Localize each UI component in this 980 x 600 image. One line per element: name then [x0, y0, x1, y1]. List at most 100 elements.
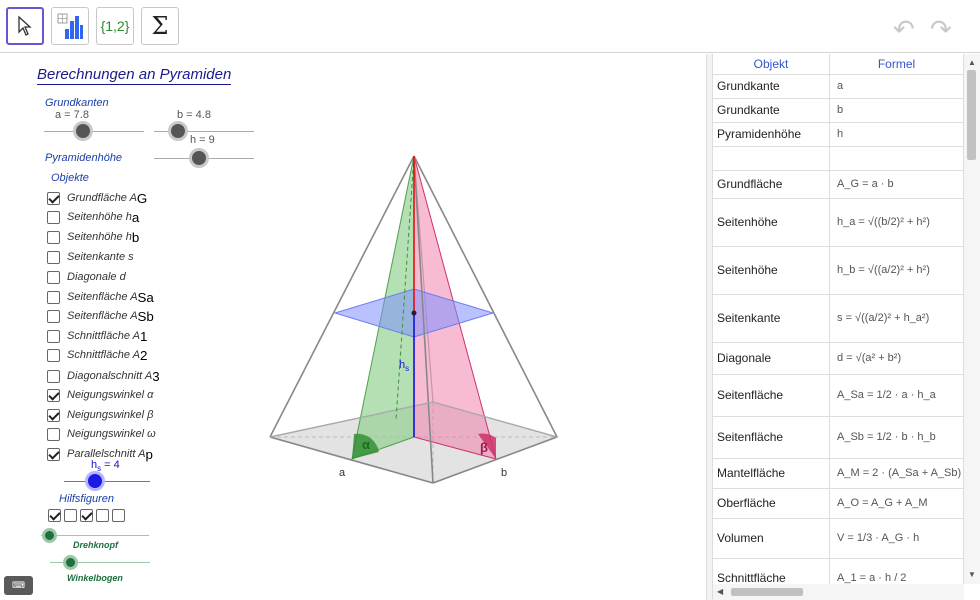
table-row[interactable]: Seitenfläche A_Sa = 1/2 · a · h_a [713, 374, 964, 417]
slider-a-track[interactable] [44, 131, 144, 132]
aux-checkbox[interactable] [112, 509, 125, 522]
aux-checkbox[interactable] [48, 509, 61, 522]
scroll-up-icon[interactable]: ▲ [968, 58, 976, 67]
cell-formel[interactable]: A_O = A_G + A_M [829, 488, 964, 519]
slider-h-knob[interactable] [189, 148, 209, 168]
cell-formel[interactable]: s = √((a/2)² + h_a²) [829, 294, 964, 343]
table-row[interactable]: Pyramidenhöhe h [713, 122, 964, 147]
checkbox-row[interactable]: Seitenhöhe ha [47, 208, 139, 226]
checkbox-row[interactable]: Seitenhöhe hb [47, 228, 139, 246]
cell-formel[interactable]: d = √(a² + b²) [829, 342, 964, 375]
aux-checkbox[interactable] [64, 509, 77, 522]
checkbox[interactable] [47, 270, 60, 284]
cell-objekt[interactable]: Mantelfläche [713, 458, 831, 489]
scroll-down-icon[interactable]: ▼ [968, 570, 976, 579]
checkbox-row[interactable]: Schnittfläche A1 [47, 327, 147, 345]
cell-formel[interactable]: A_1 = a · h / 2 [829, 558, 964, 584]
cell-objekt[interactable]: Grundfläche [713, 170, 831, 199]
slider-a-knob[interactable] [73, 121, 93, 141]
aux-checkbox[interactable] [96, 509, 109, 522]
cell-formel[interactable]: A_M = 2 · (A_Sa + A_Sb) [829, 458, 964, 489]
aux-checkbox[interactable] [80, 509, 93, 522]
checkbox[interactable] [47, 447, 60, 461]
cell-formel[interactable]: A_Sa = 1/2 · a · h_a [829, 374, 964, 417]
panel-divider[interactable] [706, 54, 713, 600]
cell-formel[interactable]: h [829, 122, 964, 147]
cell-objekt[interactable]: Grundkante [713, 74, 831, 99]
checkbox[interactable] [47, 329, 60, 343]
table-row[interactable]: Grundkante b [713, 98, 964, 123]
cell-objekt[interactable] [713, 146, 831, 171]
cell-formel[interactable]: h_a = √((b/2)² + h²) [829, 198, 964, 247]
table-row[interactable]: Seitenhöhe h_a = √((b/2)² + h²) [713, 198, 964, 247]
cell-objekt[interactable]: Diagonale [713, 342, 831, 375]
horizontal-scrollbar[interactable]: ◀ [713, 584, 964, 600]
checkbox-row[interactable]: Neigungswinkel α [47, 386, 153, 404]
drehknopf-knob[interactable] [42, 528, 57, 543]
vertical-scroll-thumb[interactable] [967, 70, 976, 160]
cell-formel[interactable] [829, 146, 964, 171]
winkelbogen-knob[interactable] [63, 555, 78, 570]
move-tool-button[interactable] [6, 7, 44, 45]
checkbox-row[interactable]: Seitenfläche A Sa [47, 288, 154, 306]
cell-objekt[interactable]: Schnittfläche [713, 558, 831, 584]
cell-formel[interactable]: A_Sb = 1/2 · b · h_b [829, 416, 964, 459]
sum-tool-button[interactable]: Σ [141, 7, 179, 45]
table-row[interactable]: Schnittfläche A_1 = a · h / 2 [713, 558, 964, 584]
checkbox-row[interactable]: Seitenfläche A Sb [47, 307, 154, 325]
drehknopf-track[interactable] [41, 535, 149, 536]
cell-objekt[interactable]: Seitenhöhe [713, 246, 831, 295]
checkbox[interactable] [47, 369, 60, 383]
cell-objekt[interactable]: Seitenfläche [713, 416, 831, 459]
table-row[interactable]: Oberfläche A_O = A_G + A_M [713, 488, 964, 519]
cell-objekt[interactable]: Volumen [713, 518, 831, 559]
checkbox[interactable] [47, 250, 60, 264]
slider-hs-track[interactable] [64, 481, 150, 482]
checkbox[interactable] [47, 191, 60, 205]
checkbox[interactable] [47, 210, 60, 224]
chart-tool-button[interactable] [51, 7, 89, 45]
checkbox-row[interactable]: Neigungswinkel ω [47, 425, 156, 443]
header-objekt[interactable]: Objekt [713, 54, 831, 75]
slider-b-knob[interactable] [168, 121, 188, 141]
cell-formel[interactable]: b [829, 98, 964, 123]
table-row[interactable]: Seitenfläche A_Sb = 1/2 · b · h_b [713, 416, 964, 459]
cell-objekt[interactable]: Seitenhöhe [713, 198, 831, 247]
checkbox-row[interactable]: Diagonalschnitt A3 [47, 367, 160, 385]
checkbox[interactable] [47, 309, 60, 323]
slider-hs-knob[interactable] [85, 471, 105, 491]
table-row[interactable]: Seitenkante s = √((a/2)² + h_a²) [713, 294, 964, 343]
scroll-left-icon[interactable]: ◀ [717, 587, 723, 596]
cell-formel[interactable]: h_b = √((a/2)² + h²) [829, 246, 964, 295]
keyboard-button[interactable]: ⌨ [4, 576, 33, 595]
table-row[interactable]: Grundkante a [713, 74, 964, 99]
table-row[interactable]: Volumen V = 1/3 · A_G · h [713, 518, 964, 559]
checkbox[interactable] [47, 348, 60, 362]
cell-objekt[interactable]: Oberfläche [713, 488, 831, 519]
checkbox[interactable] [47, 427, 60, 441]
redo-icon[interactable]: ↷ [930, 14, 952, 45]
vertical-scrollbar[interactable]: ▲ ▼ [964, 54, 980, 584]
header-formel[interactable]: Formel [829, 54, 964, 75]
table-row[interactable]: Diagonale d = √(a² + b²) [713, 342, 964, 375]
checkbox[interactable] [47, 408, 60, 422]
cell-objekt[interactable]: Pyramidenhöhe [713, 122, 831, 147]
table-row[interactable]: Mantelfläche A_M = 2 · (A_Sa + A_Sb) [713, 458, 964, 489]
cell-objekt[interactable]: Grundkante [713, 98, 831, 123]
undo-icon[interactable]: ↶ [893, 14, 915, 45]
checkbox-row[interactable]: Schnittfläche A2 [47, 346, 147, 364]
cell-formel[interactable]: V = 1/3 · A_G · h [829, 518, 964, 559]
checkbox-row[interactable]: Neigungswinkel β [47, 406, 153, 424]
checkbox[interactable] [47, 290, 60, 304]
table-row[interactable]: Grundfläche A_G = a · b [713, 170, 964, 199]
checkbox-row[interactable]: Seitenkante s [47, 248, 134, 266]
cell-formel[interactable]: a [829, 74, 964, 99]
checkbox-row[interactable]: Grundfläche AG [47, 189, 147, 207]
checkbox[interactable] [47, 388, 60, 402]
checkbox-row[interactable]: Diagonale d [47, 268, 126, 286]
list-tool-button[interactable]: {1,2} [96, 7, 134, 45]
table-row[interactable] [713, 146, 964, 171]
cell-formel[interactable]: A_G = a · b [829, 170, 964, 199]
table-row[interactable]: Seitenhöhe h_b = √((a/2)² + h²) [713, 246, 964, 295]
checkbox[interactable] [47, 230, 60, 244]
